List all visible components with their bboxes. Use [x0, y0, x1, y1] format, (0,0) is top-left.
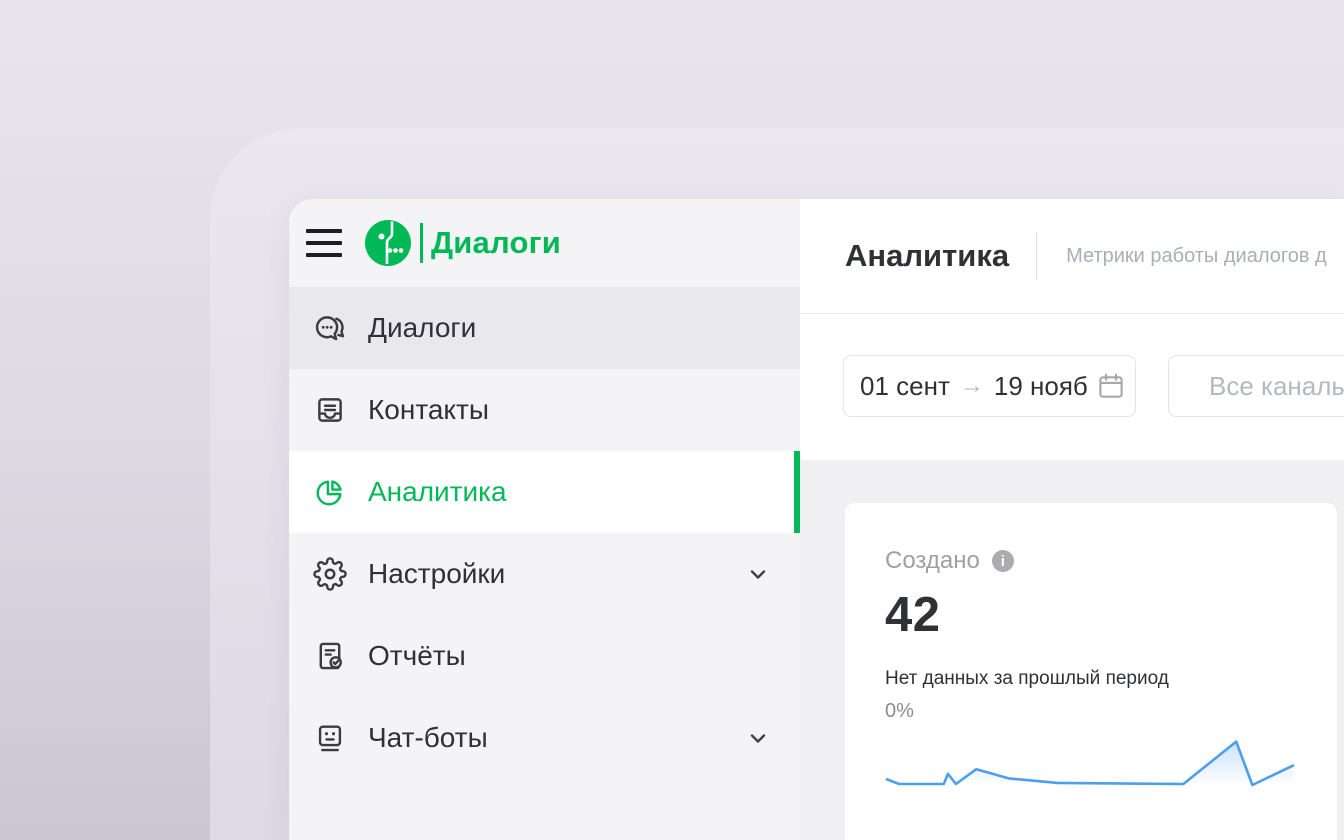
- info-icon[interactable]: i: [992, 550, 1014, 572]
- header-divider: [1036, 233, 1037, 279]
- sidebar-item-report[interactable]: Отчёты: [289, 615, 800, 697]
- megafon-logo-icon: [365, 220, 411, 266]
- channels-select-value: Все каналы: [1209, 371, 1344, 402]
- main-area: Аналитика Метрики работы диалогов д 01 с…: [800, 199, 1344, 840]
- sidebar-item-label: Аналитика: [368, 476, 507, 508]
- card-note: Нет данных за прошлый период: [885, 668, 1297, 690]
- page-header: Аналитика Метрики работы диалогов д: [800, 199, 1344, 314]
- page-subtitle: Метрики работы диалогов д: [1066, 245, 1327, 268]
- logo-separator: [420, 223, 423, 263]
- sidebar-item-label: Диалоги: [368, 312, 476, 344]
- gear-icon: [312, 556, 348, 592]
- channels-select[interactable]: Все каналы: [1168, 355, 1344, 417]
- sidebar-item-label: Контакты: [368, 394, 489, 426]
- pie-chart-icon: [312, 474, 348, 510]
- sidebar-item-robot[interactable]: Чат-боты: [289, 697, 800, 779]
- date-end: 19 нояб: [994, 371, 1088, 402]
- sidebar-item-label: Настройки: [368, 558, 505, 590]
- sidebar-item-contacts[interactable]: Контакты: [289, 369, 800, 451]
- sidebar-item-gear[interactable]: Настройки: [289, 533, 800, 615]
- created-metric-card: Создано i 42 Нет данных за прошлый перио…: [845, 503, 1337, 840]
- chevron-down-icon: [746, 726, 770, 750]
- sidebar-item-label: Отчёты: [368, 640, 466, 672]
- sidebar-header: Диалоги: [289, 199, 800, 287]
- date-range-picker[interactable]: 01 сент → 19 нояб: [843, 355, 1136, 417]
- contacts-icon: [312, 392, 348, 428]
- hamburger-menu-icon[interactable]: [306, 223, 342, 263]
- app-logo: Диалоги: [365, 220, 561, 266]
- report-icon: [312, 638, 348, 674]
- app-window: Диалоги Диалоги Контакты Аналитика Настр…: [289, 199, 1344, 840]
- logo-text: Диалоги: [431, 225, 561, 261]
- sidebar: Диалоги Диалоги Контакты Аналитика Настр…: [289, 199, 800, 840]
- date-start: 01 сент: [860, 371, 950, 402]
- date-arrow-icon: →: [960, 372, 984, 400]
- sidebar-item-label: Чат-боты: [368, 722, 488, 754]
- robot-icon: [312, 720, 348, 756]
- chat-bubbles-icon: [312, 310, 348, 346]
- sidebar-menu: Диалоги Контакты Аналитика Настройки Отч…: [289, 287, 800, 779]
- page-title: Аналитика: [845, 238, 1009, 274]
- created-sparkline-chart: [885, 731, 1297, 789]
- card-delta: 0%: [885, 700, 1297, 723]
- sidebar-item-chat-bubbles[interactable]: Диалоги: [289, 287, 800, 369]
- chevron-down-icon: [746, 562, 770, 586]
- sidebar-item-pie-chart[interactable]: Аналитика: [289, 451, 800, 533]
- analytics-content: Создано i 42 Нет данных за прошлый перио…: [800, 460, 1344, 840]
- filters-toolbar: 01 сент → 19 нояб Все каналы: [800, 314, 1344, 460]
- calendar-icon: [1096, 371, 1126, 401]
- card-value: 42: [885, 587, 1297, 643]
- card-title: Создано: [885, 547, 980, 575]
